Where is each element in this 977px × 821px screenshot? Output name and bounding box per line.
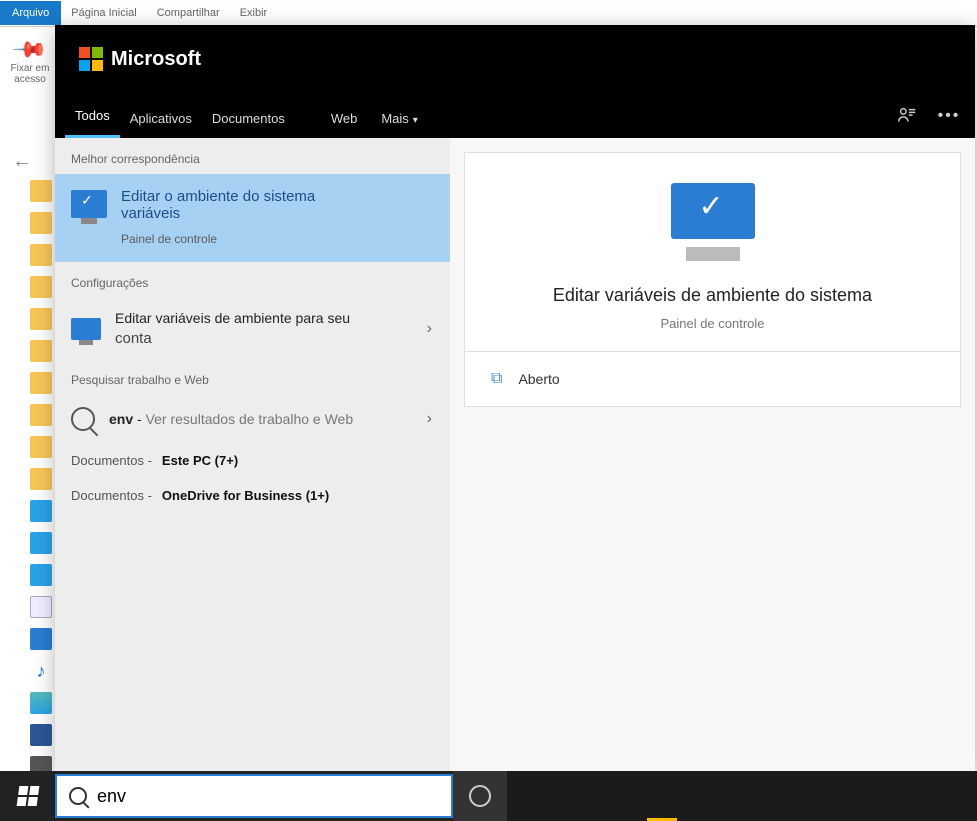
web-search-query: env: [109, 411, 133, 427]
folder-icon[interactable]: [30, 308, 52, 330]
docs-label-2: Documentos -: [71, 488, 152, 503]
control-panel-monitor-icon: [71, 190, 107, 218]
documents-onedrive-row[interactable]: Documentos - OneDrive for Business (1+): [55, 478, 450, 513]
folder-icon[interactable]: [30, 212, 52, 234]
detail-title: Editar variáveis de ambiente do sistema: [485, 285, 940, 306]
downloads-icon[interactable]: [30, 628, 52, 650]
detail-subtitle: Painel de controle: [485, 316, 940, 331]
search-filter-tabs: Todos Aplicativos Documentos Web Mais ▾: [65, 98, 432, 138]
tab-apps[interactable]: Aplicativos: [120, 101, 202, 138]
detail-open-label: Aberto: [518, 371, 559, 387]
monitor-icon: [71, 318, 101, 340]
folder-icon[interactable]: [30, 468, 52, 490]
more-options-icon[interactable]: •••: [937, 104, 961, 128]
pin-label-2: acesso: [14, 74, 46, 85]
taskbar-search-input[interactable]: [97, 786, 439, 807]
pictures-icon[interactable]: [30, 692, 52, 714]
search-header: Microsoft Todos Aplicativos Documentos W…: [55, 25, 975, 138]
folder-icon[interactable]: [30, 244, 52, 266]
folder-icon[interactable]: [30, 436, 52, 458]
music-icon[interactable]: ♪: [30, 660, 52, 682]
windows-logo-icon: [16, 786, 39, 806]
web-search-dash: -: [133, 411, 145, 427]
folder-icon[interactable]: [30, 340, 52, 362]
tab-web[interactable]: Web: [321, 101, 368, 138]
open-external-icon: ⧉: [491, 370, 502, 388]
ribbon-file-tab[interactable]: Arquivo: [0, 1, 61, 25]
desktop-icon[interactable]: [30, 564, 52, 586]
taskbar-search-box[interactable]: [55, 774, 453, 818]
search-detail-panel: Editar variáveis de ambiente do sistema …: [450, 138, 975, 771]
microsoft-logo-text: Microsoft: [111, 48, 201, 71]
microsoft-logo: Microsoft: [79, 47, 201, 71]
taskbar-apps-area: [507, 771, 977, 821]
folder-icon[interactable]: [30, 276, 52, 298]
back-arrow-icon[interactable]: ←: [12, 150, 32, 173]
ribbon-share-tab[interactable]: Compartilhar: [147, 1, 230, 25]
docs-value-1: Este PC (7+): [162, 453, 238, 468]
objects-3d-icon[interactable]: [30, 532, 52, 554]
microsoft-logo-icon: [79, 47, 103, 71]
docs-label-1: Documentos -: [71, 453, 152, 468]
best-match-result[interactable]: Editar o ambiente do sistema variáveis P…: [55, 174, 450, 262]
folder-icon[interactable]: [30, 404, 52, 426]
videos-icon[interactable]: [30, 724, 52, 746]
header-right-actions: •••: [895, 104, 961, 128]
tab-documents[interactable]: Documentos: [202, 101, 295, 138]
windows-search-flyout: Microsoft Todos Aplicativos Documentos W…: [55, 25, 975, 771]
tab-more[interactable]: Mais ▾: [367, 101, 431, 138]
settings-result-row[interactable]: Editar variáveis de ambiente para seu co…: [55, 298, 450, 359]
search-icon: [69, 787, 87, 805]
detail-open-action[interactable]: ⧉ Aberto: [464, 352, 961, 407]
chevron-right-icon[interactable]: ›: [427, 320, 432, 338]
chevron-right-icon[interactable]: ›: [427, 410, 432, 428]
settings-section-label: Configurações: [55, 262, 450, 298]
search-icon: [71, 407, 95, 431]
best-match-subtitle: Painel de controle: [121, 232, 315, 246]
documents-thispc-row[interactable]: Documentos - Este PC (7+): [55, 443, 450, 478]
best-match-title-line2: variáveis: [121, 205, 315, 222]
documents-icon[interactable]: [30, 596, 52, 618]
cortana-ring-icon: [469, 785, 491, 807]
detail-card: Editar variáveis de ambiente do sistema …: [464, 152, 961, 352]
settings-row-line2: conta: [115, 330, 350, 347]
search-results-list: Melhor correspondência Editar o ambiente…: [55, 138, 450, 771]
detail-monitor-icon: [671, 183, 755, 239]
web-search-row[interactable]: env - Ver resultados de trabalho e Web ›: [55, 395, 450, 443]
chevron-down-icon: ▾: [413, 115, 418, 126]
detail-monitor-stand-icon: [686, 247, 740, 261]
cortana-button[interactable]: [453, 771, 507, 821]
best-match-title-line1: Editar o ambiente do sistema: [121, 188, 315, 205]
windows-taskbar: [0, 771, 977, 821]
explorer-ribbon: Arquivo Página Inicial Compartilhar Exib…: [0, 0, 977, 27]
feedback-icon[interactable]: [895, 104, 919, 128]
this-pc-icon[interactable]: [30, 500, 52, 522]
start-button[interactable]: [0, 771, 55, 821]
settings-row-line1: Editar variáveis de ambiente para seu: [115, 310, 350, 326]
folder-icon[interactable]: [30, 180, 52, 202]
web-search-hint: Ver resultados de trabalho e Web: [146, 411, 354, 427]
ribbon-view-tab[interactable]: Exibir: [230, 1, 278, 25]
folder-icon[interactable]: [30, 372, 52, 394]
tab-more-label: Mais: [381, 111, 408, 126]
tab-all[interactable]: Todos: [65, 98, 120, 138]
search-work-web-label: Pesquisar trabalho e Web: [55, 359, 450, 395]
explorer-nav-icons: ♪: [30, 180, 54, 788]
pin-quick-access[interactable]: 📌 Fixar em acesso: [0, 27, 60, 107]
ribbon-home-tab[interactable]: Página Inicial: [61, 1, 146, 25]
docs-value-2: OneDrive for Business (1+): [162, 488, 329, 503]
best-match-label: Melhor correspondência: [55, 138, 450, 174]
